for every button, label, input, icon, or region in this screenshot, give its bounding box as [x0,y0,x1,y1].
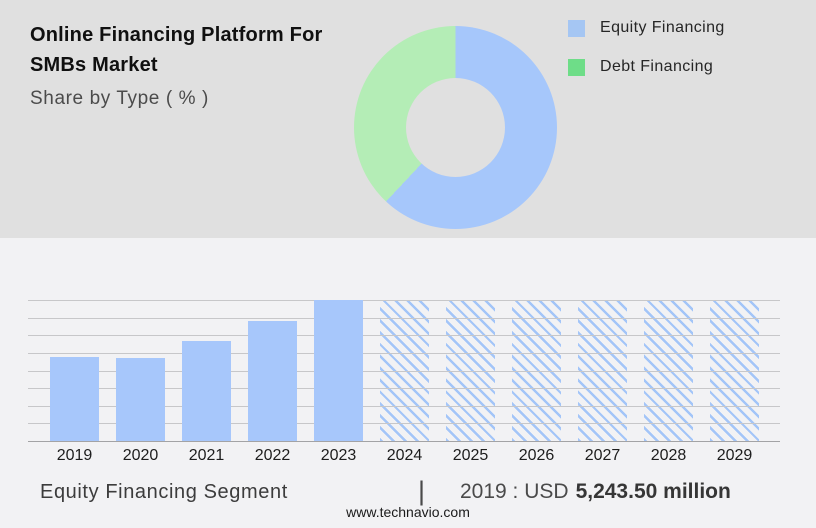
chart-legend: Equity Financing Debt Financing [568,18,725,96]
bar-chart-section: 2019 2020 2021 2022 2023 2024 2025 2026 2027 2028… [0,238,816,528]
donut-hole [406,78,505,177]
donut-chart [354,26,557,229]
legend-label-debt: Debt Financing [600,58,714,75]
value-amount: 5,243.50 million [575,480,731,503]
x-tick-2026: 2026 [518,447,555,464]
x-tick-2028: 2028 [650,447,687,464]
legend-item-debt: Debt Financing [568,57,725,77]
x-axis-line [28,441,780,442]
x-tick-2019: 2019 [56,447,93,464]
page-subtitle: Share by Type ( % ) [30,88,209,109]
x-tick-2029: 2029 [716,447,753,464]
x-tick-2025: 2025 [452,447,489,464]
legend-label-equity: Equity Financing [600,19,725,36]
value-prefix: 2019 : USD [460,480,569,503]
page-title: Online Financing Platform For SMBs Marke… [30,20,370,80]
infographic-canvas: Online Financing Platform For SMBs Marke… [0,0,816,528]
bar-2023 [314,300,363,441]
debt-swatch-icon [568,58,585,76]
header-section: Online Financing Platform For SMBs Marke… [0,0,816,238]
x-tick-2020: 2020 [122,447,159,464]
legend-item-equity: Equity Financing [568,18,725,38]
x-tick-2024: 2024 [386,447,423,464]
website-url: www.technavio.com [346,504,470,520]
x-tick-2023: 2023 [320,447,357,464]
gridline [28,352,780,354]
page-title-line2: SMBs Market [30,54,158,76]
separator-bar: | [418,476,426,506]
bar-2019 [50,357,99,441]
bar-2021 [182,341,231,441]
page-title-line1: Online Financing Platform For [30,24,323,46]
market-value-line: 2019 : USD 5,243.50 million [460,480,731,504]
x-tick-2027: 2027 [584,447,621,464]
gridline [28,317,780,319]
bar-2022 [248,321,297,441]
gridline [28,335,780,337]
bar-2020 [116,358,165,441]
gridline [28,300,780,301]
x-tick-2022: 2022 [254,447,291,464]
segment-label: Equity Financing Segment [40,481,288,503]
equity-swatch-icon [568,19,585,37]
x-tick-2021: 2021 [188,447,225,464]
